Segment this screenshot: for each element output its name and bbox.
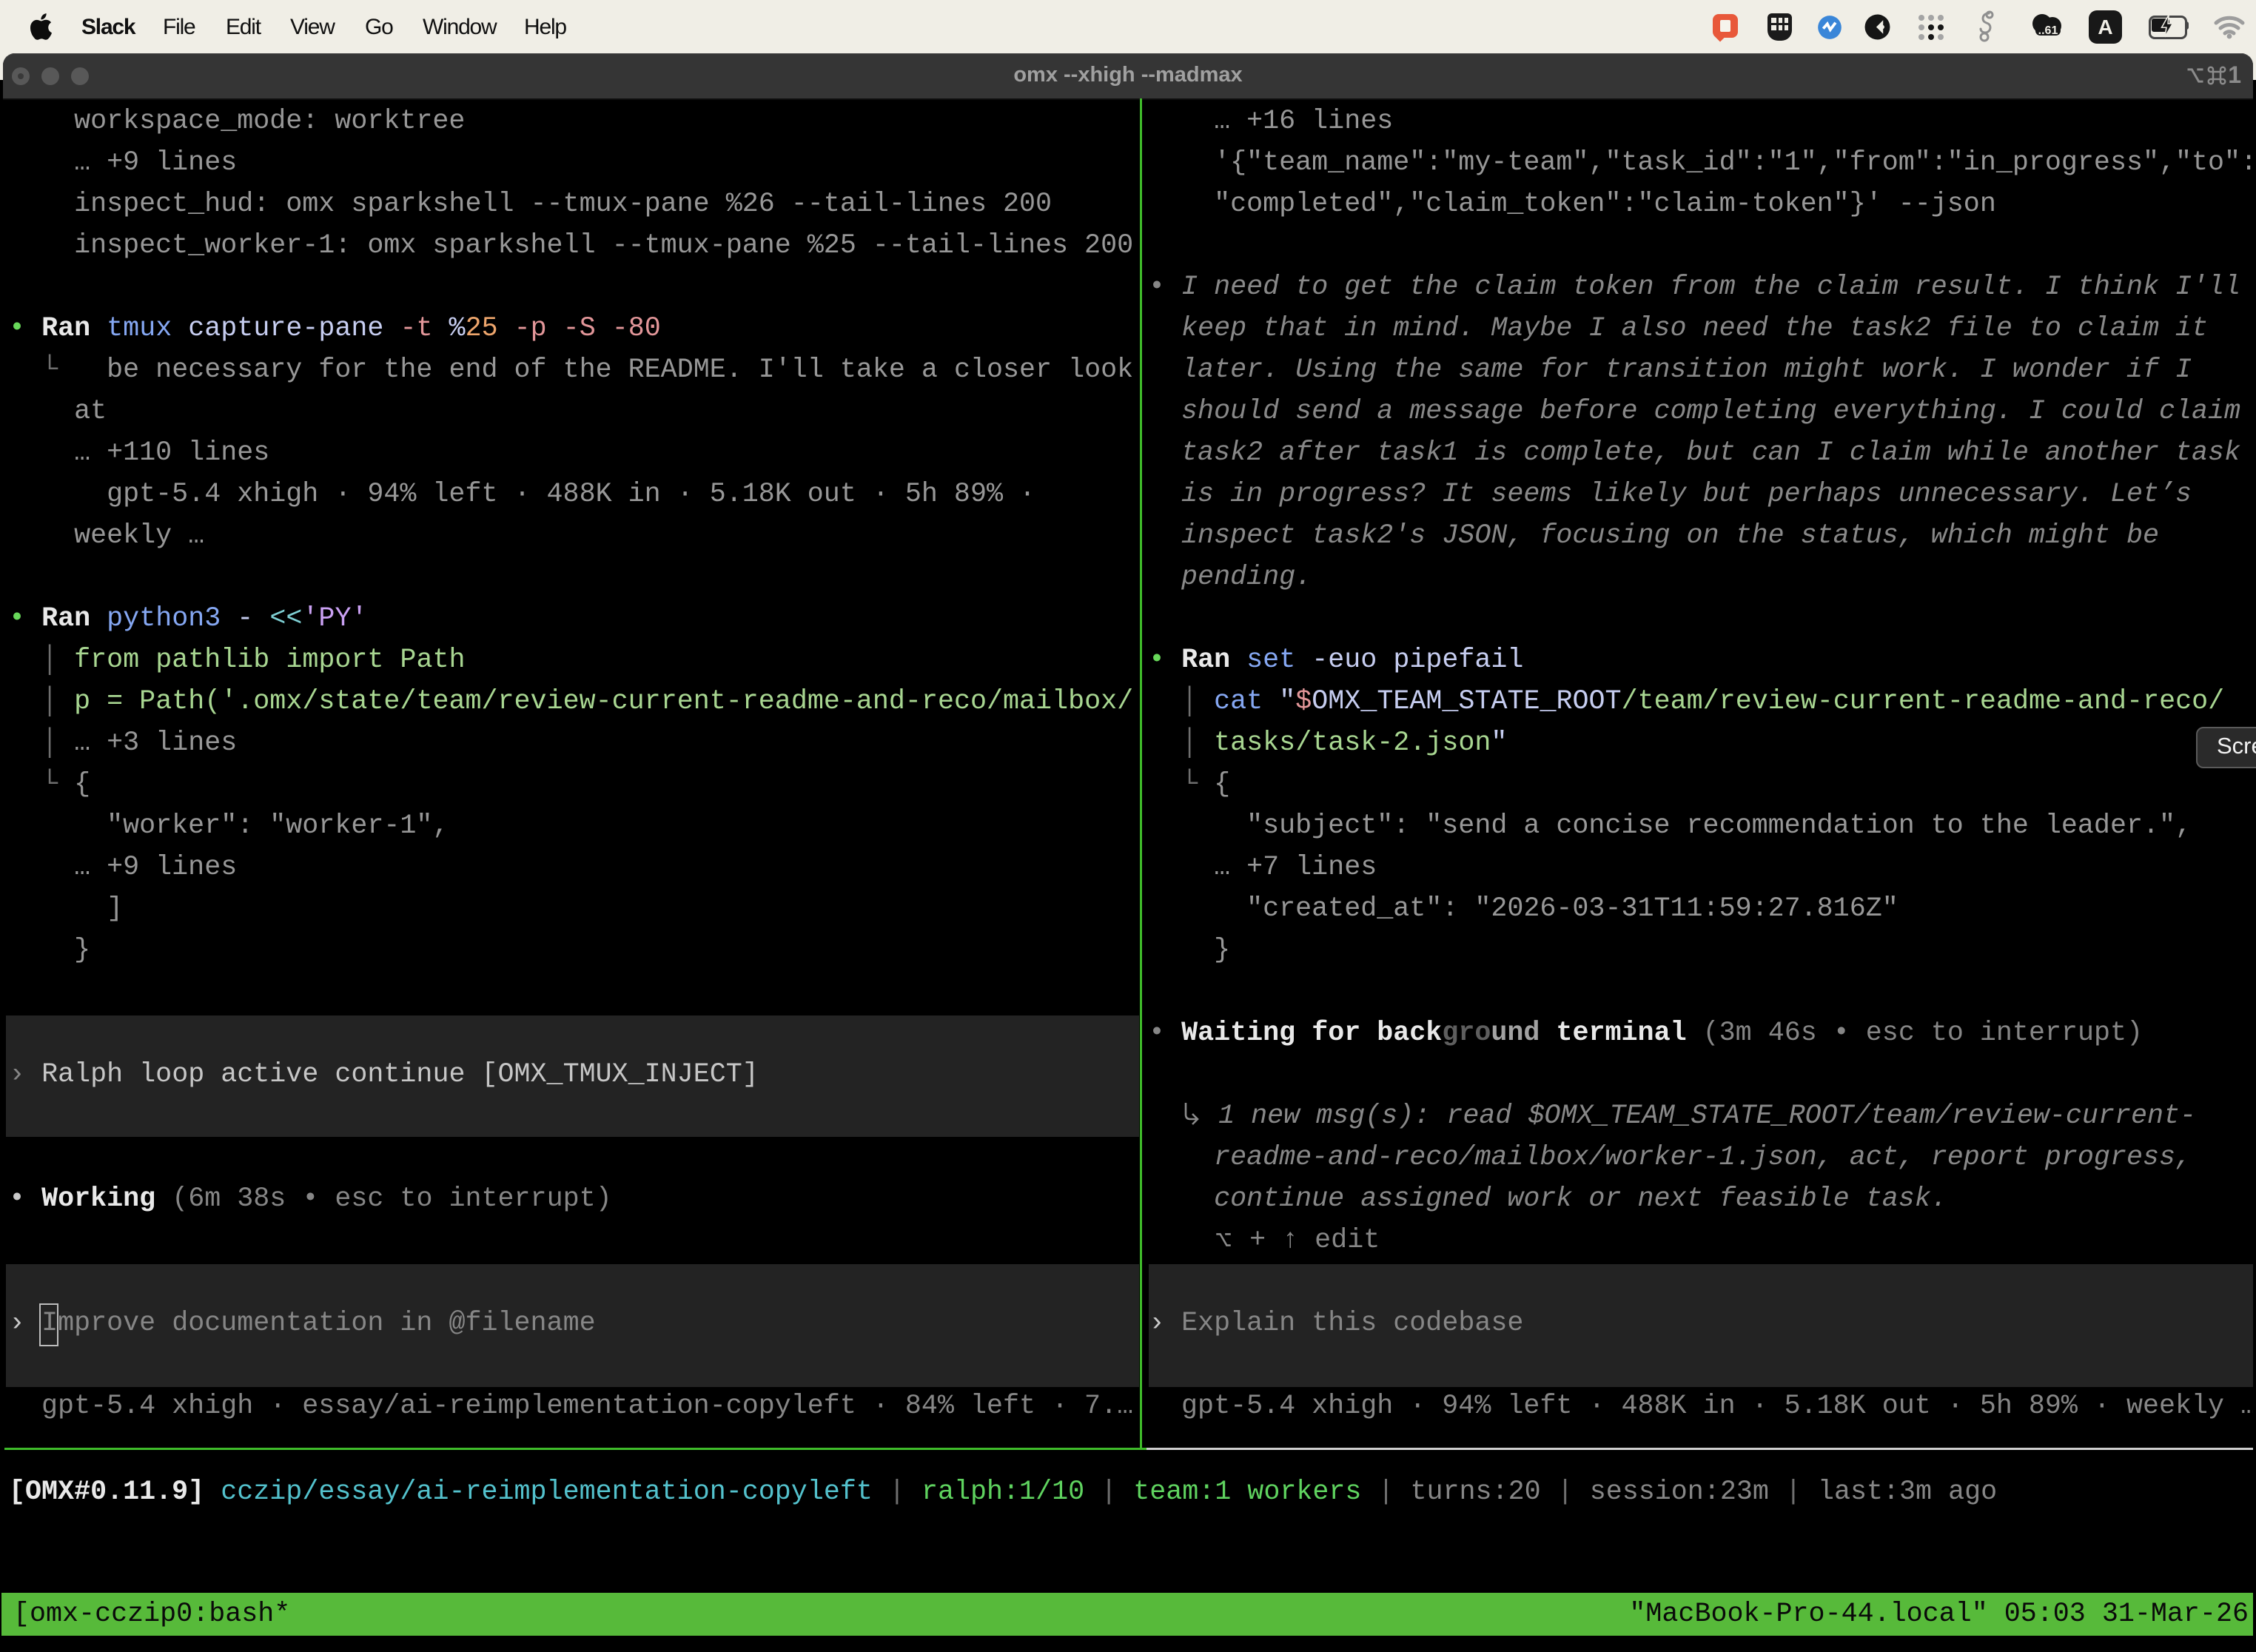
svg-text:..61: ..61 xyxy=(2038,24,2058,37)
